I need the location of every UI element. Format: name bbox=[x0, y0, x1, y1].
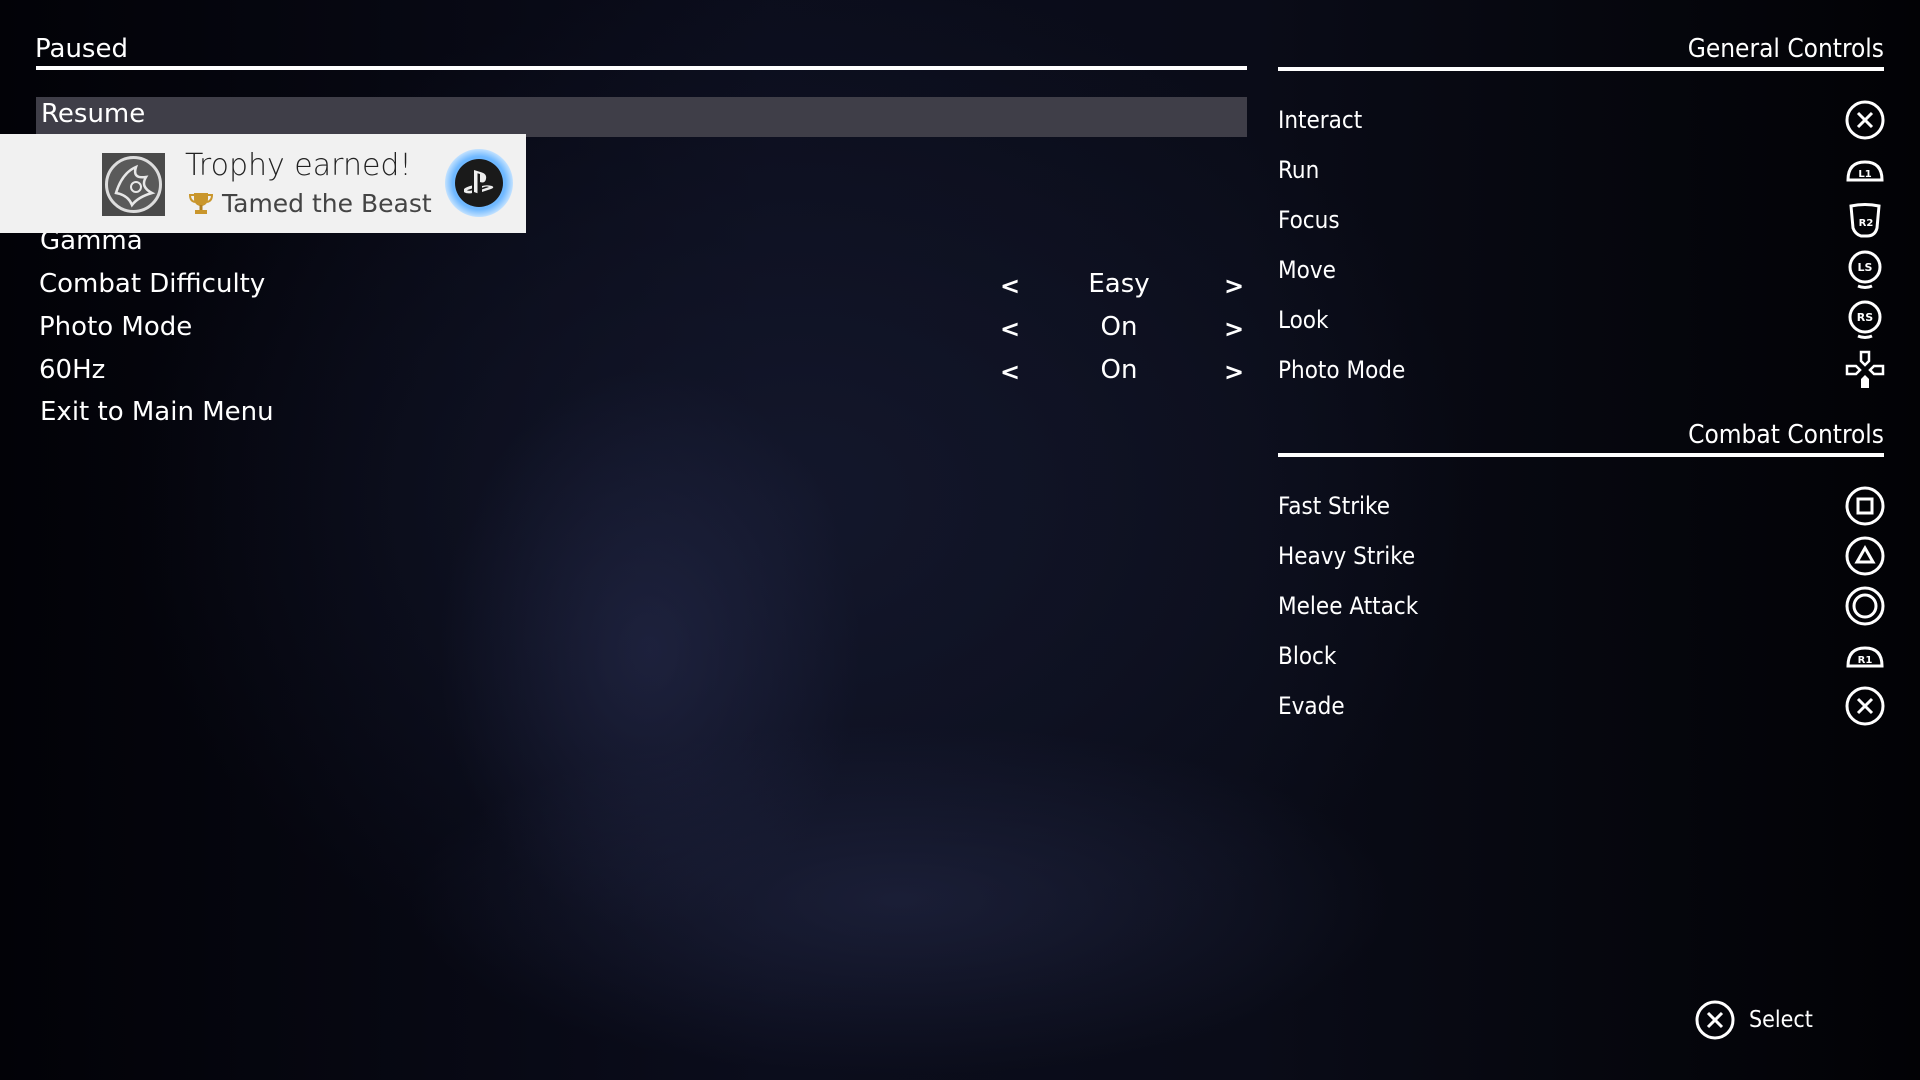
svg-text:L1: L1 bbox=[1858, 169, 1871, 180]
menu-item-exit-to-main-menu[interactable]: Exit to Main Menu bbox=[40, 397, 274, 427]
menu-item-60hz[interactable]: 60Hz bbox=[39, 355, 105, 385]
cross-button-icon bbox=[1695, 1000, 1735, 1040]
control-label-heavy-strike: Heavy Strike bbox=[1278, 542, 1416, 570]
general-controls-divider bbox=[1278, 67, 1884, 71]
control-label-evade: Evade bbox=[1278, 692, 1345, 720]
pause-title: Paused bbox=[35, 34, 128, 64]
combat-controls-title: Combat Controls bbox=[1688, 420, 1884, 450]
difficulty-value: Easy bbox=[1088, 269, 1150, 299]
control-label-look: Look bbox=[1278, 306, 1329, 334]
cross-button-icon bbox=[1845, 100, 1885, 140]
r2-button-icon: R2 bbox=[1849, 203, 1881, 238]
dpad-down-icon bbox=[1845, 350, 1885, 388]
trophy-notification: Trophy earned! Tamed the Beast bbox=[0, 134, 526, 233]
photo-mode-value: On bbox=[1100, 312, 1138, 342]
playstation-logo-icon bbox=[445, 149, 513, 217]
svg-text:R1: R1 bbox=[1858, 655, 1873, 666]
right-stick-icon: RS bbox=[1848, 300, 1882, 339]
cross-button-icon bbox=[1845, 686, 1885, 726]
menu-item-photo-mode[interactable]: Photo Mode bbox=[39, 312, 192, 342]
select-label: Select bbox=[1749, 1007, 1813, 1033]
control-label-move: Move bbox=[1278, 256, 1336, 284]
trophy-toast-title: Trophy earned! bbox=[185, 148, 412, 183]
trophy-image bbox=[102, 153, 165, 216]
control-label-fast-strike: Fast Strike bbox=[1278, 492, 1390, 520]
photo-mode-next-button[interactable]: > bbox=[1224, 315, 1244, 343]
square-button-icon bbox=[1845, 486, 1885, 526]
trophy-icon bbox=[188, 190, 214, 220]
photo-mode-prev-button[interactable]: < bbox=[1000, 315, 1020, 343]
l1-button-icon: L1 bbox=[1846, 160, 1884, 182]
circle-button-icon bbox=[1845, 586, 1885, 626]
pause-divider bbox=[36, 66, 1247, 70]
control-label-run: Run bbox=[1278, 156, 1320, 184]
menu-item-resume[interactable]: Resume bbox=[36, 97, 1247, 137]
svg-text:RS: RS bbox=[1857, 311, 1873, 324]
combat-controls-divider bbox=[1278, 453, 1884, 457]
difficulty-next-button[interactable]: > bbox=[1224, 272, 1244, 300]
svg-text:LS: LS bbox=[1858, 261, 1873, 274]
control-label-focus: Focus bbox=[1278, 206, 1340, 234]
control-label-block: Block bbox=[1278, 642, 1337, 670]
control-label-interact: Interact bbox=[1278, 106, 1363, 134]
trophy-name: Tamed the Beast bbox=[222, 189, 432, 218]
svg-text:R2: R2 bbox=[1859, 218, 1874, 229]
difficulty-prev-button[interactable]: < bbox=[1000, 272, 1020, 300]
60hz-prev-button[interactable]: < bbox=[1000, 358, 1020, 386]
general-controls-title: General Controls bbox=[1687, 34, 1884, 64]
menu-item-combat-difficulty[interactable]: Combat Difficulty bbox=[39, 269, 265, 299]
left-stick-icon: LS bbox=[1848, 250, 1882, 289]
triangle-button-icon bbox=[1845, 536, 1885, 576]
menu-item-label: Resume bbox=[41, 99, 146, 129]
control-label-photo-mode: Photo Mode bbox=[1278, 356, 1406, 384]
60hz-next-button[interactable]: > bbox=[1224, 358, 1244, 386]
control-label-melee-attack: Melee Attack bbox=[1278, 592, 1419, 620]
60hz-value: On bbox=[1100, 355, 1138, 385]
r1-button-icon: R1 bbox=[1846, 646, 1884, 668]
select-prompt[interactable]: Select bbox=[1693, 998, 1813, 1042]
